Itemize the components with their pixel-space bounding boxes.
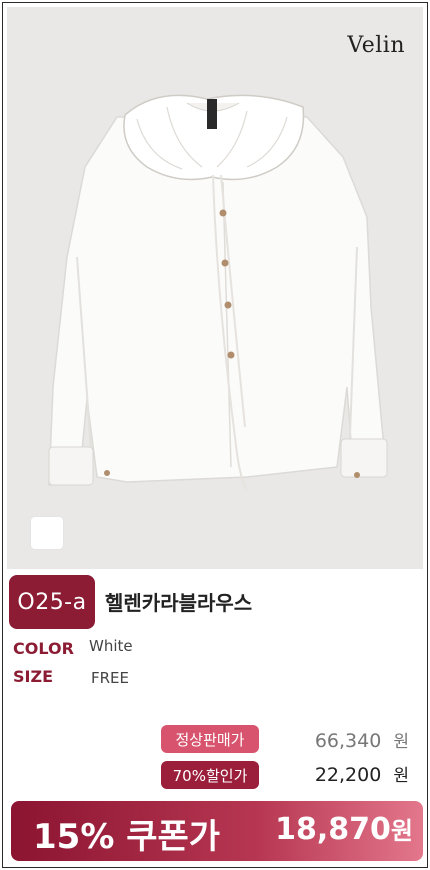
size-value: FREE (91, 669, 130, 687)
discount-price: 22,200 원 (315, 761, 409, 786)
color-label: COLOR (13, 639, 74, 658)
size-label: SIZE (13, 667, 54, 686)
product-name[interactable]: 헬렌카라블라우스 (105, 587, 252, 616)
discount-price-unit: 원 (393, 766, 409, 786)
blouse-image (48, 94, 388, 492)
discount-price-label: 70%할인가 (161, 761, 259, 789)
discount-price-value: 22,200 (314, 764, 382, 786)
coupon-price: 18,870원 (275, 811, 413, 847)
color-swatch[interactable] (31, 517, 63, 549)
regular-price-value: 66,340 (314, 730, 382, 752)
regular-price-unit: 원 (393, 732, 409, 752)
product-card: Velin O25-a 헬렌카라블라우스 COLOR White SIZE FR… (2, 2, 428, 868)
coupon-price-unit: 원 (390, 817, 413, 845)
coupon-price-banner[interactable]: 15% 쿠폰가 18,870원 (11, 801, 423, 861)
color-value: White (89, 637, 133, 655)
product-photo[interactable]: Velin (7, 7, 423, 569)
regular-price-label: 정상판매가 (161, 725, 259, 753)
brand-logo: Velin (347, 33, 405, 58)
regular-price: 66,340 원 (315, 727, 409, 752)
coupon-label: 15% 쿠폰가 (33, 817, 221, 857)
product-code-badge: O25-a (9, 575, 95, 629)
coupon-price-value: 18,870 (275, 812, 391, 847)
